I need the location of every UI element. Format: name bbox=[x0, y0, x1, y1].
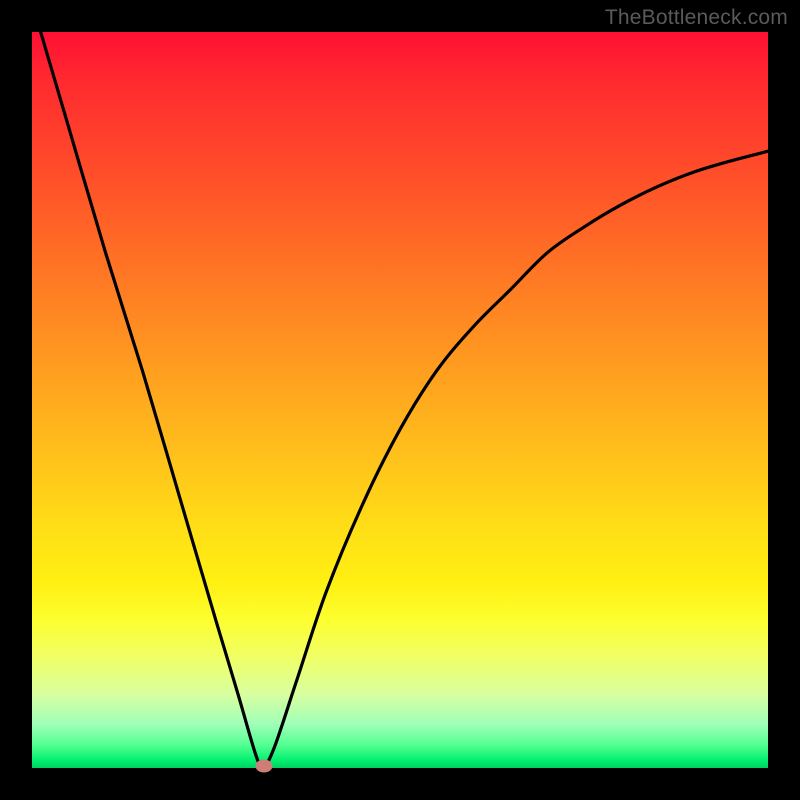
chart-frame: TheBottleneck.com bbox=[0, 0, 800, 800]
bottleneck-curve bbox=[32, 32, 768, 768]
plot-area bbox=[32, 32, 768, 768]
watermark-text: TheBottleneck.com bbox=[605, 6, 788, 30]
optimal-point-marker bbox=[255, 759, 272, 772]
